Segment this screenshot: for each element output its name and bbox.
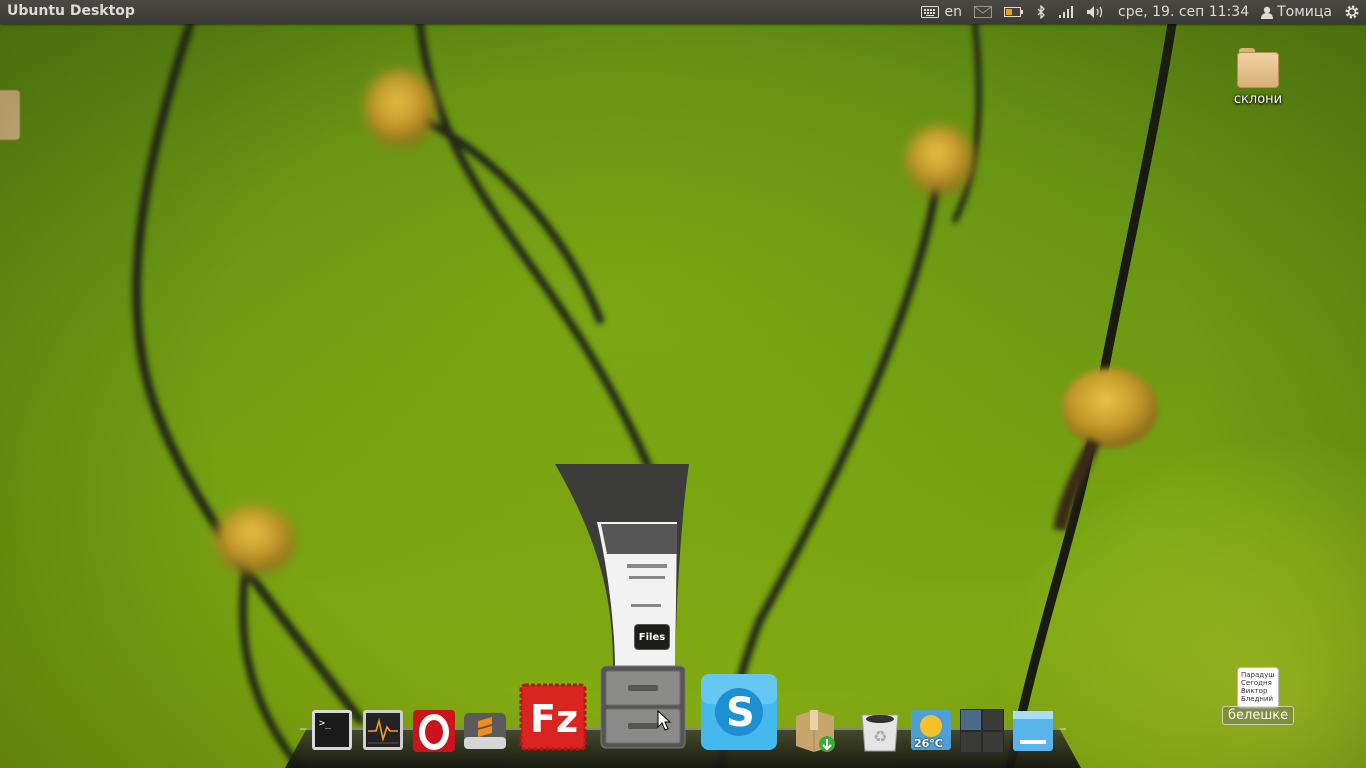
dock-tooltip: Files [634, 624, 670, 650]
dock-item-opera[interactable] [412, 709, 456, 757]
note-line: Сегодня [1241, 679, 1272, 687]
dock-item-skype[interactable]: S [700, 673, 778, 755]
svg-text:♻: ♻ [873, 727, 887, 746]
session-indicator[interactable] [1338, 0, 1366, 24]
workspace-switcher-icon [960, 709, 1004, 753]
svg-text:>_: >_ [319, 718, 332, 729]
network-indicator[interactable] [1052, 0, 1080, 24]
note-icon: Парадуш Сегодня Виктор Бледний [1238, 668, 1278, 708]
package-download-icon [796, 710, 835, 752]
dock-item-sublime[interactable] [463, 709, 507, 757]
desktop[interactable]: Ubuntu Desktop en сре, 19. сеп 11:34 Том… [0, 0, 1366, 768]
dock-item-workspaces[interactable] [960, 709, 1004, 757]
dock-item-trash[interactable]: ♻ [858, 709, 902, 757]
user-name-label: Томица [1277, 4, 1332, 20]
file-cabinet-icon [600, 665, 686, 749]
desktop-note[interactable]: Парадуш Сегодня Виктор Бледний белешке [1222, 668, 1295, 725]
sound-indicator[interactable] [1080, 0, 1112, 24]
user-icon [1261, 6, 1274, 19]
bluetooth-icon [1037, 5, 1045, 19]
messaging-indicator[interactable] [968, 0, 998, 24]
mouse-cursor [657, 710, 671, 731]
app-title: Ubuntu Desktop [7, 3, 135, 19]
system-monitor-icon [363, 710, 403, 750]
top-panel: Ubuntu Desktop en сре, 19. сеп 11:34 Том… [0, 0, 1366, 24]
desktop-folder[interactable]: склони [1228, 48, 1288, 107]
battery-icon [1004, 7, 1024, 17]
dock-item-show-desktop[interactable] [1012, 710, 1054, 756]
opera-icon [413, 710, 455, 752]
desktop-note-label: белешке [1222, 706, 1295, 725]
battery-indicator[interactable] [998, 0, 1030, 24]
indicator-area: en сре, 19. сеп 11:34 Томица [915, 0, 1366, 24]
dock-item-package-installer[interactable] [792, 706, 838, 758]
dock-item-weather[interactable]: 26°C [910, 709, 952, 755]
note-line: Виктор [1241, 687, 1268, 695]
dock-item-terminal[interactable]: >_ [311, 709, 353, 755]
keyboard-layout-label: en [944, 4, 963, 20]
svg-text:Fz: Fz [530, 697, 578, 741]
keyboard-indicator[interactable]: en [915, 0, 969, 24]
terminal-icon: >_ [312, 710, 352, 750]
clock-indicator[interactable]: сре, 19. сеп 11:34 [1112, 0, 1255, 24]
gear-icon [1345, 5, 1359, 19]
dock-item-files[interactable] [600, 665, 686, 753]
bluetooth-indicator[interactable] [1030, 0, 1052, 24]
desktop-folder-label: склони [1233, 92, 1283, 107]
signal-icon [1059, 6, 1074, 18]
volume-icon [1087, 6, 1103, 18]
dock-item-system-monitor[interactable] [362, 709, 404, 755]
desktop-icon [1013, 711, 1053, 751]
trash-icon: ♻ [861, 714, 899, 752]
keyboard-icon [920, 6, 939, 18]
datetime-label: сре, 19. сеп 11:34 [1118, 4, 1250, 20]
sublime-text-icon [464, 713, 506, 749]
folder-icon [1237, 48, 1279, 88]
filezilla-icon: Fz [519, 683, 587, 751]
envelope-icon [974, 6, 993, 18]
dock-item-filezilla[interactable]: Fz [518, 682, 588, 756]
note-line: Бледний [1241, 695, 1274, 703]
weather-temperature: 26°C [914, 737, 943, 750]
skype-icon: S [701, 674, 777, 750]
svg-text:S: S [726, 690, 755, 736]
note-line: Парадуш [1241, 671, 1275, 679]
user-indicator[interactable]: Томица [1255, 0, 1338, 24]
